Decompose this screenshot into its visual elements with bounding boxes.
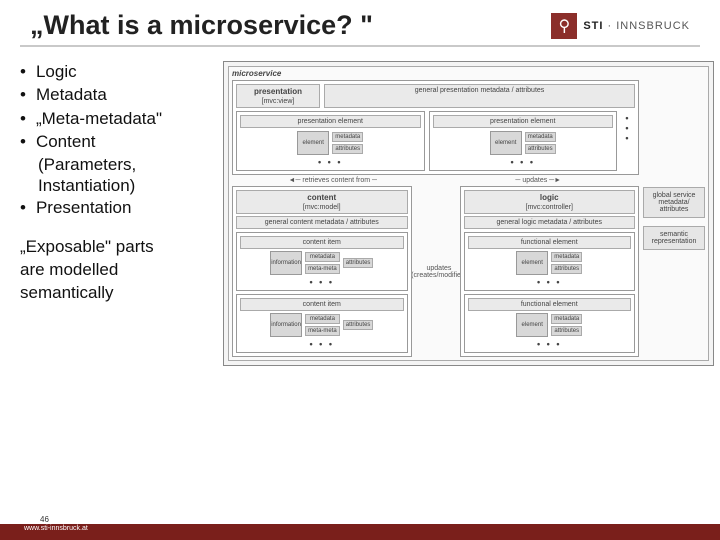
presentation-element-box: presentation element element metadata at…	[236, 111, 425, 171]
brand-icon: ⚲	[551, 13, 577, 39]
bullet-sub: (Parameters,	[38, 154, 215, 175]
global-meta-box: global service metadata/ attributes	[643, 187, 705, 218]
content-item-box: content item information metadata meta-m…	[236, 294, 408, 353]
updates-db-arrow: ◄─updates (creates/modifies)─	[416, 186, 456, 357]
root-label: microservice	[232, 69, 281, 78]
brand-logo: ⚲ STI · INNSBRUCK	[551, 13, 690, 39]
presentation-box: presentation[mvc:view] general presentat…	[232, 80, 639, 175]
bullet-item: Logic	[20, 61, 215, 82]
bullet-item: Metadata	[20, 84, 215, 105]
functional-element-box: functional element element metadata attr…	[464, 232, 636, 291]
content-box: content[mvc:model] general content metad…	[232, 186, 412, 357]
footer-bar: www.sti-innsbruck.at	[0, 524, 720, 540]
slide-title: „What is a microservice? "	[30, 10, 551, 41]
presentation-element-box: presentation element element metadata at…	[429, 111, 618, 171]
bullet-list: Logic Metadata „Meta-metadata" Content (…	[20, 61, 215, 366]
content-item-box: content item information metadata meta-m…	[236, 232, 408, 291]
updates-arrow: ─ updates ─►	[438, 177, 640, 184]
presentation-title: presentation[mvc:view]	[236, 84, 320, 108]
bullet-item: Presentation	[20, 197, 215, 218]
page-number: 46	[40, 515, 49, 524]
microservice-diagram: microservice presentation[mvc:view] gene…	[223, 61, 714, 366]
exposable-text: „Exposable" parts are modelled semantica…	[20, 236, 215, 305]
logic-box: logic[mvc:controller] general logic meta…	[460, 186, 640, 357]
bullet-item: Content	[20, 131, 215, 152]
brand-text: STI · INNSBRUCK	[583, 20, 690, 32]
semantic-box: semantic representation	[643, 226, 705, 250]
presentation-meta: general presentation metadata / attribut…	[324, 84, 635, 108]
bullet-item: „Meta-metadata"	[20, 108, 215, 129]
retrieve-arrow: ◄─ retrieves content from ─	[232, 177, 434, 184]
functional-element-box: functional element element metadata attr…	[464, 294, 636, 353]
side-column: global service metadata/ attributes sema…	[643, 80, 705, 357]
bullet-sub: Instantiation)	[38, 175, 215, 196]
